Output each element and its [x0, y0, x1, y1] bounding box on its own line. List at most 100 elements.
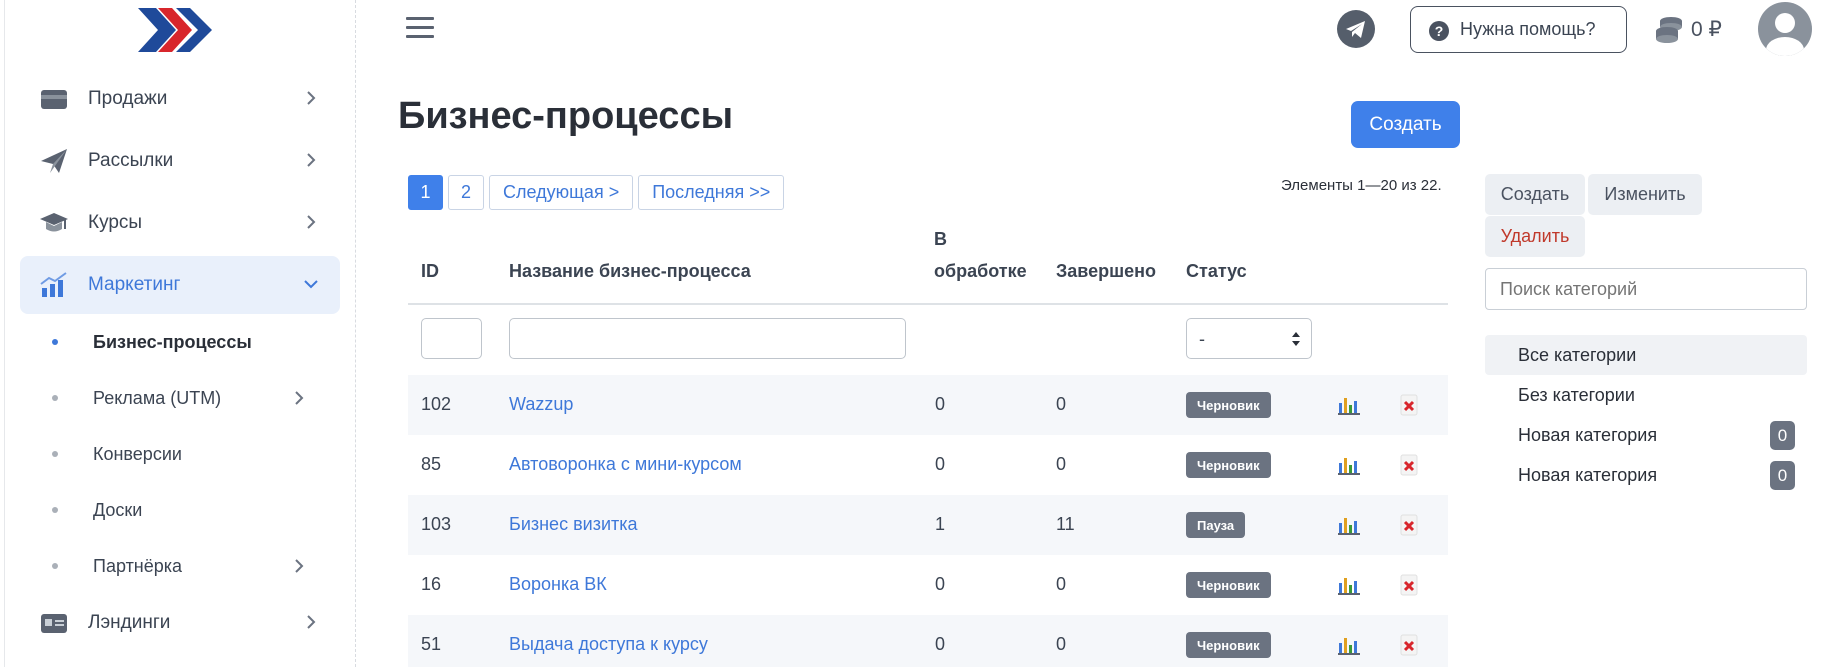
column-header-processing-line2[interactable]: обработке: [934, 261, 1027, 282]
chevron-right-icon: [307, 615, 316, 629]
delete-icon[interactable]: [1398, 394, 1420, 416]
process-name-link[interactable]: Автоворонка с мини-курсом: [509, 454, 742, 475]
process-name-link[interactable]: Wazzup: [509, 394, 573, 415]
help-button[interactable]: ? Нужна помощь?: [1410, 6, 1627, 53]
sidebar-subitem-label: Конверсии: [93, 443, 182, 464]
category-item-none[interactable]: Без категории: [1485, 375, 1807, 415]
table-header-divider: [408, 303, 1448, 305]
bullet-icon: [52, 339, 58, 345]
category-label: Новая категория: [1518, 425, 1658, 445]
category-edit-button[interactable]: Изменить: [1588, 174, 1702, 215]
chevron-right-icon: [307, 91, 316, 105]
balance[interactable]: 0 ₽: [1655, 14, 1722, 44]
sidebar-item-mailings[interactable]: Рассылки: [20, 132, 340, 190]
category-search-input[interactable]: [1485, 268, 1807, 310]
sidebar-item-courses[interactable]: Курсы: [20, 194, 340, 252]
name-filter-input[interactable]: [509, 318, 906, 359]
cell-done: 0: [1056, 454, 1067, 474]
category-delete-button[interactable]: Удалить: [1485, 216, 1585, 257]
category-item-new-2[interactable]: Новая категория 0: [1485, 455, 1807, 495]
avatar[interactable]: [1758, 2, 1812, 56]
status-badge: Черновик: [1186, 572, 1271, 598]
column-header-processing-line1[interactable]: В: [934, 229, 947, 250]
select-arrows-icon: [1292, 332, 1300, 346]
stats-chart-icon[interactable]: [1338, 395, 1360, 415]
pagination: 1 2 Следующая > Последняя >>: [408, 175, 785, 210]
table-row: 102 Wazzup 0 0 Черновик: [408, 375, 1448, 435]
column-header-status[interactable]: Статус: [1186, 261, 1247, 282]
wallet-icon: [41, 90, 67, 109]
sidebar-item-landings[interactable]: Лэндинги: [20, 594, 340, 652]
paper-plane-icon: [41, 149, 67, 173]
logo-icon[interactable]: [136, 6, 214, 54]
cell-done: 0: [1056, 634, 1067, 654]
category-item-all[interactable]: Все категории: [1485, 335, 1807, 375]
cell-done: 0: [1056, 394, 1067, 414]
coins-icon: [1656, 17, 1682, 43]
delete-icon[interactable]: [1398, 514, 1420, 536]
sidebar-item-sales[interactable]: Продажи: [20, 70, 340, 128]
id-filter-input[interactable]: [421, 318, 482, 359]
sidebar-item-label: Курсы: [88, 212, 143, 233]
delete-icon[interactable]: [1398, 454, 1420, 476]
status-badge: Черновик: [1186, 452, 1271, 478]
stats-chart-icon[interactable]: [1338, 455, 1360, 475]
sidebar-subitem-label: Реклама (UTM): [93, 387, 222, 408]
sidebar-subitem-utm[interactable]: Реклама (UTM): [50, 376, 340, 420]
cell-done: 0: [1056, 574, 1067, 594]
next-page-button[interactable]: Следующая >: [489, 175, 634, 210]
id-card-icon: [41, 614, 67, 633]
sidebar-item-label: Продажи: [88, 88, 168, 109]
hamburger-menu-icon[interactable]: [405, 14, 435, 42]
sidebar-subitem-conversions[interactable]: Конверсии: [50, 432, 340, 476]
sidebar-subitem-label: Бизнес-процессы: [93, 331, 252, 352]
chevron-right-icon: [295, 391, 304, 405]
elements-info: Элементы 1—20 из 22.: [1281, 177, 1442, 194]
last-page-button[interactable]: Последняя >>: [638, 175, 785, 210]
create-process-button[interactable]: Создать: [1351, 101, 1460, 148]
column-header-done[interactable]: Завершено: [1056, 261, 1156, 282]
page-1-button[interactable]: 1: [408, 175, 443, 210]
stats-chart-icon[interactable]: [1338, 635, 1360, 655]
table-row: 16 Воронка ВК 0 0 Черновик: [408, 555, 1448, 615]
delete-icon[interactable]: [1398, 634, 1420, 656]
page-title: Бизнес-процессы: [398, 95, 734, 137]
question-icon: ?: [1429, 21, 1449, 41]
cell-id: 51: [421, 634, 442, 654]
status-filter-select[interactable]: -: [1186, 318, 1312, 359]
status-badge: Черновик: [1186, 632, 1271, 658]
help-label: Нужна помощь?: [1460, 19, 1596, 39]
column-header-id[interactable]: ID: [421, 261, 439, 282]
process-name-link[interactable]: Выдача доступа к курсу: [509, 634, 708, 655]
delete-icon[interactable]: [1398, 574, 1420, 596]
chart-growth-icon: [40, 272, 67, 297]
table-row: 51 Выдача доступа к курсу 0 0 Черновик: [408, 615, 1448, 667]
category-create-button[interactable]: Создать: [1485, 174, 1585, 215]
table-row: 85 Автоворонка с мини-курсом 0 0 Чернови…: [408, 435, 1448, 495]
sidebar-item-label: Лэндинги: [88, 612, 171, 633]
category-item-new-1[interactable]: Новая категория 0: [1485, 415, 1807, 455]
cell-processing: 1: [935, 514, 946, 534]
sidebar-subitem-partners[interactable]: Партнёрка: [50, 544, 340, 588]
column-header-name[interactable]: Название бизнес-процесса: [509, 261, 751, 282]
stats-chart-icon[interactable]: [1338, 575, 1360, 595]
sidebar-subitem-label: Партнёрка: [93, 555, 183, 576]
balance-value: 0 ₽: [1691, 17, 1722, 41]
stats-chart-icon[interactable]: [1338, 515, 1360, 535]
category-count-badge: 0: [1770, 461, 1795, 490]
process-name-link[interactable]: Бизнес визитка: [509, 514, 638, 535]
chevron-right-icon: [307, 215, 316, 229]
sidebar-item-marketing[interactable]: Маркетинг: [20, 256, 340, 314]
process-name-link[interactable]: Воронка ВК: [509, 574, 607, 595]
sidebar-subitem-business-processes[interactable]: Бизнес-процессы: [50, 320, 340, 364]
cell-processing: 0: [935, 574, 946, 594]
sidebar-item-label: Маркетинг: [88, 274, 181, 295]
cell-processing: 0: [935, 634, 946, 654]
sidebar-edge: [4, 0, 5, 667]
sidebar-subitem-boards[interactable]: Доски: [50, 488, 340, 532]
page-2-button[interactable]: 2: [448, 175, 484, 210]
category-label: Новая категория: [1518, 465, 1658, 485]
cell-id: 103: [421, 514, 452, 534]
telegram-button[interactable]: [1337, 10, 1375, 48]
category-count-badge: 0: [1770, 421, 1795, 450]
